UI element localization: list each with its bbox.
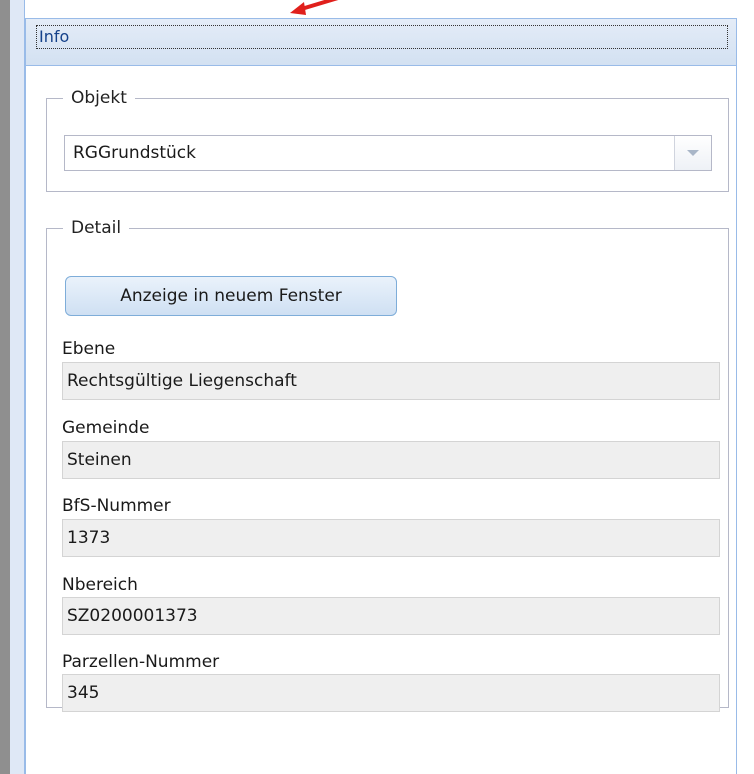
chevron-down-icon bbox=[687, 150, 699, 156]
red-arrow-annotation-icon bbox=[290, 0, 339, 15]
field-label-nbereich: Nbereich bbox=[62, 575, 138, 595]
field-label-gemeinde: Gemeinde bbox=[62, 418, 150, 438]
detail-legend: Detail bbox=[63, 217, 130, 239]
field-value-nbereich[interactable]: SZ0200001373 bbox=[62, 597, 720, 635]
field-label-bfs-nummer: BfS-Nummer bbox=[62, 496, 171, 516]
panel-title[interactable]: Info bbox=[36, 25, 728, 49]
collapsed-side-strip[interactable] bbox=[10, 0, 25, 774]
field-value-ebene[interactable]: Rechtsgültige Liegenschaft bbox=[62, 362, 720, 400]
field-value-gemeinde[interactable]: Steinen bbox=[62, 441, 720, 479]
field-value-bfs-nummer[interactable]: 1373 bbox=[62, 519, 720, 557]
left-gray-bar bbox=[0, 0, 10, 774]
objekt-legend: Objekt bbox=[63, 87, 135, 109]
field-label-parzellen-nummer: Parzellen-Nummer bbox=[62, 652, 220, 672]
field-label-ebene: Ebene bbox=[62, 339, 116, 359]
field-value-parzellen-nummer[interactable]: 345 bbox=[62, 674, 720, 712]
objekt-selected-value[interactable]: RGGrundstück bbox=[73, 136, 196, 170]
combobox-trigger[interactable] bbox=[674, 136, 711, 170]
objekt-combobox[interactable]: RGGrundstück bbox=[64, 135, 712, 171]
open-in-new-window-button[interactable]: Anzeige in neuem Fenster bbox=[65, 276, 397, 316]
info-panel-header[interactable]: Info bbox=[26, 19, 736, 66]
